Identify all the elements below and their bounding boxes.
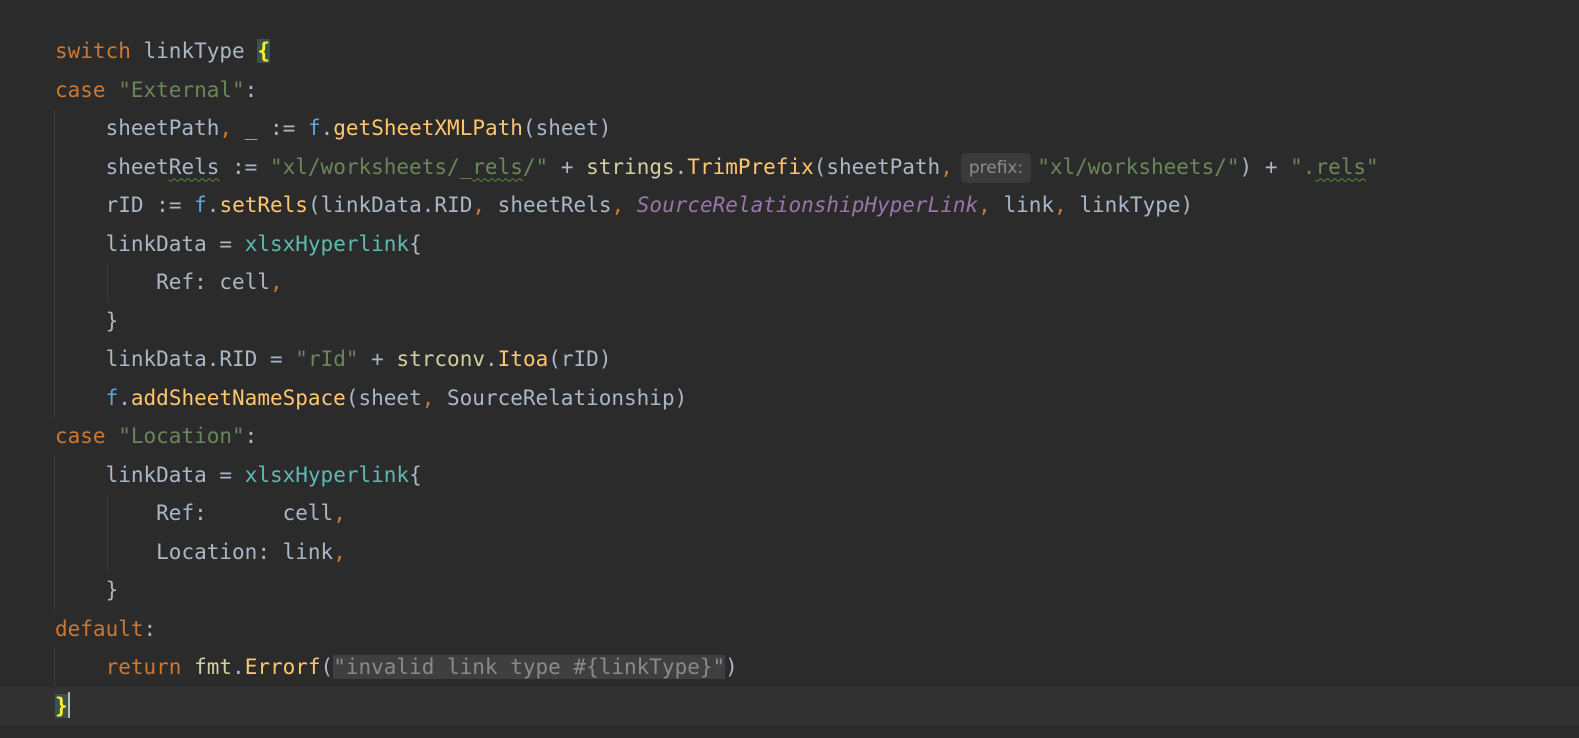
package-name: fmt — [194, 655, 233, 679]
code-line[interactable]: Ref: cell, — [0, 494, 1579, 533]
identifier: linkData — [105, 462, 207, 487]
package-name: strconv — [396, 347, 485, 371]
constant: SourceRelationshipHyperLink — [636, 193, 979, 217]
string-literal: "External" — [118, 77, 245, 102]
identifier: SourceRelationship — [447, 385, 675, 410]
identifier: linkType — [1079, 193, 1181, 217]
string-literal: "invalid link type #{linkType}" — [333, 655, 726, 679]
function-name: getSheetXMLPath — [333, 116, 523, 140]
indent-guide — [54, 186, 55, 225]
indent-guide — [54, 455, 55, 494]
matched-brace: } — [55, 693, 68, 718]
identifier: RID — [219, 347, 258, 371]
indent-guide — [54, 301, 55, 340]
field-name: Ref — [156, 501, 195, 525]
indent-guide — [54, 263, 55, 302]
indent-guide — [54, 224, 55, 263]
code-line[interactable]: rID := f.setRels(linkData.RID, sheetRels… — [0, 186, 1579, 225]
text-caret — [67, 691, 70, 718]
code-line[interactable]: return fmt.Errorf("invalid link type #{l… — [0, 648, 1579, 687]
indent-guide — [107, 263, 108, 302]
code-line[interactable]: sheetPath, _ := f.getSheetXMLPath(sheet) — [0, 109, 1579, 148]
identifier: linkType — [143, 39, 245, 63]
string-literal: "xl/worksheets/_rels/" — [269, 154, 549, 179]
identifier: link — [1003, 193, 1055, 217]
function-name: TrimPrefix — [687, 154, 814, 179]
field-name: Ref — [156, 270, 195, 294]
indent-guide — [54, 532, 55, 571]
code-line[interactable]: Location: link, — [0, 532, 1579, 571]
keyword: case — [55, 424, 106, 448]
identifier: sheetPath — [105, 116, 220, 140]
function-name: setRels — [219, 193, 308, 217]
current-code-line[interactable]: } — [0, 686, 1579, 725]
keyword: case — [55, 77, 106, 102]
code-line[interactable]: default: — [0, 610, 1579, 649]
identifier: _ — [244, 116, 258, 140]
string-literal: "xl/worksheets/" — [1037, 154, 1240, 179]
indent-guide — [107, 494, 108, 533]
code-line[interactable]: linkData = xlsxHyperlink{ — [0, 455, 1579, 494]
identifier: RID — [434, 193, 473, 217]
alignment-space — [207, 501, 283, 525]
typo-squiggle: Rels — [168, 154, 220, 179]
string-literal: ".rels" — [1290, 154, 1379, 179]
code-line[interactable]: switch linkType { — [0, 32, 1579, 71]
indent-guide — [54, 378, 55, 417]
keyword: return — [105, 655, 182, 679]
identifier: linkData — [320, 193, 422, 217]
identifier: linkData — [105, 347, 207, 371]
keyword: default — [55, 616, 144, 641]
code-line[interactable]: case "External": — [0, 71, 1579, 110]
identifier: f — [194, 193, 207, 217]
indent-guide — [54, 648, 55, 687]
identifier: sheet — [535, 116, 599, 140]
indent-guide — [54, 147, 55, 186]
code-line[interactable]: sheetRels := "xl/worksheets/_rels/" + st… — [0, 147, 1579, 186]
identifier: sheetPath — [826, 154, 941, 179]
code-line[interactable]: } — [0, 571, 1579, 610]
identifier: rID — [105, 193, 144, 217]
code-line[interactable]: linkData.RID = "rId" + strconv.Itoa(rID) — [0, 340, 1579, 379]
identifier: f — [105, 385, 119, 410]
identifier: sheetRels — [105, 154, 220, 179]
function-name: addSheetNameSpace — [130, 385, 346, 410]
code-line[interactable]: f.addSheetNameSpace(sheet, SourceRelatio… — [0, 378, 1579, 417]
indent-guide — [107, 532, 108, 571]
identifier: sheetRels — [497, 193, 612, 217]
function-name: Itoa — [497, 347, 549, 371]
code-editor[interactable]: switch linkType { case "External": sheet… — [0, 0, 1579, 738]
identifier: link — [282, 539, 334, 564]
identifier: cell — [282, 501, 334, 525]
identifier: sheet — [358, 385, 422, 410]
code-line[interactable]: } — [0, 301, 1579, 340]
code-line[interactable]: Ref: cell, — [0, 263, 1579, 302]
type-name: xlsxHyperlink — [244, 231, 410, 256]
keyword: switch — [55, 39, 131, 63]
string-literal: "Location" — [118, 424, 245, 448]
code-line[interactable]: case "Location": — [0, 417, 1579, 456]
field-name: Location — [156, 539, 258, 564]
parameter-hint: prefix: — [960, 152, 1032, 183]
indent-guide — [54, 340, 55, 379]
identifier: cell — [219, 270, 270, 294]
function-name: Errorf — [244, 655, 321, 679]
indent-guide — [54, 109, 55, 148]
indent-guide — [54, 494, 55, 533]
identifier: f — [307, 116, 321, 140]
string-literal: "rId" — [295, 347, 359, 371]
matched-brace: { — [257, 39, 270, 63]
indent-guide — [54, 571, 55, 610]
type-name: xlsxHyperlink — [244, 462, 410, 487]
identifier: rID — [560, 347, 599, 371]
code-line[interactable]: linkData = xlsxHyperlink{ — [0, 224, 1579, 263]
identifier: linkData — [105, 231, 207, 256]
package-name: strings — [586, 154, 675, 179]
